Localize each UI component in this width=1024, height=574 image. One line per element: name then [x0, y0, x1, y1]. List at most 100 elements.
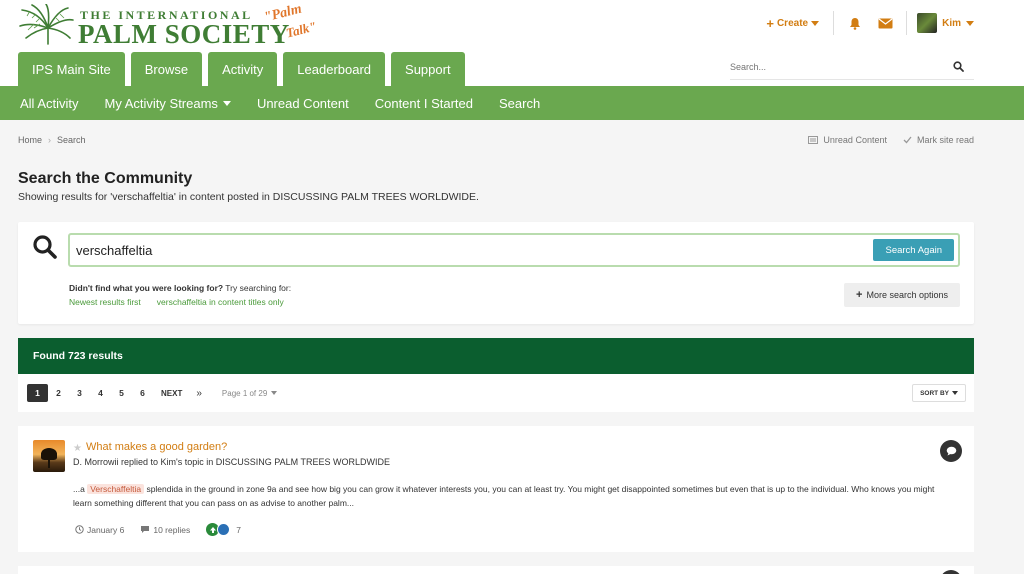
- envelope-icon: [878, 18, 893, 28]
- subnav-content-i-started[interactable]: Content I Started: [375, 96, 473, 111]
- breadcrumb-home[interactable]: Home: [18, 135, 42, 145]
- chevron-down-icon: [222, 100, 231, 106]
- breadcrumb: Home › Search: [18, 135, 86, 145]
- create-label: Create: [776, 17, 809, 29]
- user-menu-button[interactable]: Kim: [917, 13, 974, 33]
- list-icon: [808, 136, 819, 144]
- palm-leaf-icon: [19, 4, 74, 45]
- notifications-button[interactable]: [840, 11, 870, 35]
- content-type-badge: [940, 440, 962, 462]
- result-reactions[interactable]: 7: [206, 523, 241, 536]
- avatar-trunk-shape: [48, 458, 50, 468]
- plus-icon: +: [766, 15, 774, 31]
- tab-support[interactable]: Support: [391, 52, 465, 86]
- search-help-text: Didn't find what you were looking for? T…: [69, 283, 291, 293]
- result-replies: 10 replies: [140, 525, 190, 535]
- search-suggestions: Newest results first verschaffeltia in c…: [69, 297, 284, 307]
- search-result-item: ★ What makes a good garden? D. Morrowii …: [18, 426, 974, 552]
- snippet-prefix: ...a: [73, 484, 88, 494]
- search-icon: [33, 235, 57, 259]
- search-field-wrapper: Search Again: [68, 233, 960, 267]
- avatar[interactable]: [33, 440, 65, 472]
- site-logo[interactable]: THE INTERNATIONAL PALM SOCIETY "Palm Tal…: [18, 2, 338, 49]
- results-count-bar: Found 723 results: [18, 338, 974, 374]
- chevron-down-icon: [811, 20, 820, 26]
- subnav-all-activity[interactable]: All Activity: [20, 96, 79, 111]
- page-title: Search the Community: [18, 170, 193, 187]
- suggest-titles-only-link[interactable]: verschaffeltia in content titles only: [157, 297, 284, 307]
- pagination: 1 2 3 4 5 6 NEXT » Page 1 of 29 SORT BY: [18, 374, 974, 412]
- clock-icon: [75, 525, 84, 534]
- next-page-button[interactable]: NEXT: [161, 389, 182, 398]
- page-1-button[interactable]: 1: [27, 384, 48, 402]
- search-help-rest: Try searching for:: [223, 283, 292, 293]
- check-icon: [903, 136, 912, 144]
- tab-activity[interactable]: Activity: [208, 52, 278, 86]
- messages-button[interactable]: [870, 11, 900, 35]
- breadcrumb-current: Search: [57, 135, 86, 145]
- page-5-button[interactable]: 5: [111, 384, 132, 402]
- comment-icon: [141, 526, 150, 533]
- create-menu-button[interactable]: + Create: [766, 11, 835, 35]
- page-3-button[interactable]: 3: [69, 384, 90, 402]
- page-description: Showing results for 'verschaffeltia' in …: [18, 191, 479, 203]
- header-search: [730, 56, 974, 80]
- page-6-button[interactable]: 6: [132, 384, 153, 402]
- unread-content-link[interactable]: Unread Content: [808, 135, 887, 145]
- subnav-label: Content I Started: [374, 95, 473, 111]
- unread-content-label: Unread Content: [823, 135, 887, 145]
- page-4-button[interactable]: 4: [90, 384, 111, 402]
- chevron-right-icon: ›: [48, 135, 52, 145]
- search-help-bold: Didn't find what you were looking for?: [69, 283, 224, 293]
- suggest-newest-link[interactable]: Newest results first: [69, 297, 141, 307]
- search-panel: Search Again Didn't find what you were l…: [18, 222, 974, 324]
- more-search-options-button[interactable]: + More search options: [844, 283, 960, 307]
- main-tabs: IPS Main Site Browse Activity Leaderboar…: [18, 52, 465, 86]
- content-type-badge: [940, 570, 962, 574]
- search-input[interactable]: [70, 235, 850, 265]
- subnav-label: My Activity Streams: [104, 95, 218, 111]
- subnav-unread-content[interactable]: Unread Content: [257, 96, 349, 111]
- tab-browse[interactable]: Browse: [130, 52, 203, 86]
- page-2-button[interactable]: 2: [48, 384, 69, 402]
- tab-leaderboard[interactable]: Leaderboard: [283, 52, 386, 86]
- thanks-reaction-icon: [217, 523, 231, 536]
- mark-site-read-link[interactable]: Mark site read: [903, 135, 974, 145]
- breadcrumb-actions: Unread Content Mark site read: [808, 135, 974, 145]
- comment-icon: [946, 446, 956, 456]
- divider: [906, 11, 908, 35]
- reaction-count: 7: [236, 524, 241, 535]
- search-again-button[interactable]: Search Again: [873, 239, 954, 261]
- user-bar: + Create Kim: [766, 10, 974, 36]
- result-title-link[interactable]: What makes a good garden?: [86, 441, 227, 453]
- subnav-my-activity-streams[interactable]: My Activity Streams: [105, 96, 231, 111]
- logo-title: PALM SOCIETY: [78, 19, 290, 49]
- result-footer: January 6 10 replies 7: [75, 523, 241, 536]
- tab-ips-main-site[interactable]: IPS Main Site: [18, 52, 125, 86]
- bell-icon: [850, 17, 861, 30]
- subnav-search[interactable]: Search: [499, 96, 540, 111]
- header-search-input[interactable]: [730, 56, 940, 78]
- more-search-options-label: More search options: [866, 290, 948, 300]
- plus-icon: +: [856, 289, 863, 301]
- page-of-label: Page 1 of 29: [221, 388, 268, 398]
- star-icon[interactable]: ★: [73, 443, 82, 454]
- sort-by-dropdown[interactable]: SORT BY: [912, 384, 966, 402]
- search-icon[interactable]: [953, 61, 964, 72]
- site-header: THE INTERNATIONAL PALM SOCIETY "Palm Tal…: [0, 0, 1024, 86]
- page-jump-dropdown[interactable]: Page 1 of 29: [221, 388, 278, 398]
- snippet-highlight: Verschaffeltia: [87, 484, 145, 494]
- result-date[interactable]: January 6: [75, 525, 124, 535]
- subnav-label: Search: [499, 95, 541, 111]
- avatar: [917, 13, 938, 33]
- search-result-item: [18, 566, 974, 574]
- results-count: Found 723 results: [33, 350, 123, 362]
- mark-site-read-label: Mark site read: [916, 135, 974, 145]
- result-snippet: ...a Verschaffeltia splendida in the gro…: [73, 482, 943, 510]
- result-meta: D. Morrowii replied to Kim's topic in DI…: [73, 457, 390, 467]
- user-name: Kim: [942, 17, 961, 29]
- chevron-down-icon: [271, 391, 278, 395]
- last-page-button[interactable]: »: [196, 388, 202, 399]
- result-date-label: January 6: [87, 524, 125, 535]
- sort-by-label: SORT BY: [920, 389, 949, 397]
